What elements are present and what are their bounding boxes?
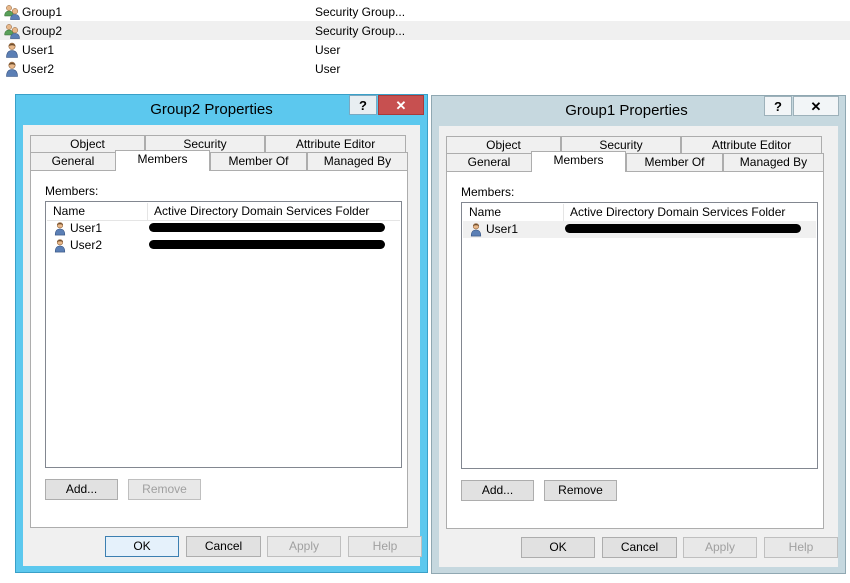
members-tab-page: Members: Name Active Directory Domain Se… [30,170,408,528]
close-icon: ✕ [395,98,407,113]
apply-button[interactable]: Apply [683,537,757,558]
list-item-group1[interactable]: Group1 Security Group... [0,2,850,21]
object-type: Security Group... [315,24,406,38]
list-item-user2[interactable]: User2 User [0,59,850,78]
column-header-name[interactable]: Name [47,203,148,220]
member-row[interactable]: User2 [47,237,400,254]
group-icon [4,4,20,20]
tab-member-of[interactable]: Member Of [626,153,723,171]
tab-attribute-editor[interactable]: Attribute Editor [265,135,406,153]
list-header: Name Active Directory Domain Services Fo… [47,203,400,221]
object-type: Security Group... [315,5,406,19]
object-name: Group2 [22,24,63,38]
dialog-client-area: Object Security Attribute Editor General… [23,125,422,566]
members-list[interactable]: Name Active Directory Domain Services Fo… [461,202,818,469]
redacted-folder-path [565,224,801,233]
object-name: Group1 [22,5,63,19]
add-button[interactable]: Add... [461,480,534,501]
user-icon [469,222,483,237]
object-type: User [315,43,341,57]
add-button[interactable]: Add... [45,479,118,500]
object-type: User [315,62,341,76]
close-button[interactable]: ✕ [793,96,839,116]
help-title-button[interactable]: ? [764,96,792,116]
ok-button[interactable]: OK [521,537,595,558]
user-icon [4,42,20,58]
members-list[interactable]: Name Active Directory Domain Services Fo… [45,201,402,468]
help-button[interactable]: Help [348,536,422,557]
remove-button[interactable]: Remove [544,480,617,501]
close-button[interactable]: ✕ [378,95,424,115]
tab-attribute-editor[interactable]: Attribute Editor [681,136,822,154]
help-button[interactable]: Help [764,537,838,558]
user-icon [4,61,20,77]
tab-members[interactable]: Members [531,151,626,172]
member-name: User2 [70,238,103,252]
group1-properties-dialog: Group1 Properties ? ✕ Object Security At… [431,95,846,574]
tab-members[interactable]: Members [115,150,210,171]
apply-button[interactable]: Apply [267,536,341,557]
column-header-folder[interactable]: Active Directory Domain Services Folder [564,204,816,221]
object-name: User1 [22,43,55,57]
close-icon: ✕ [810,99,822,114]
column-header-folder[interactable]: Active Directory Domain Services Folder [148,203,400,220]
cancel-button[interactable]: Cancel [186,536,261,557]
redacted-folder-path [149,223,385,232]
member-name: User1 [70,221,103,235]
list-header: Name Active Directory Domain Services Fo… [463,204,816,222]
tab-managed-by[interactable]: Managed By [307,152,408,170]
list-item-group2[interactable]: Group2 Security Group... [0,21,850,40]
group2-properties-dialog: Group2 Properties ? ✕ Object Security At… [15,94,428,573]
dialog-client-area: Object Security Attribute Editor General… [439,126,838,567]
members-label: Members: [461,185,515,199]
members-tab-page: Members: Name Active Directory Domain Se… [446,171,824,529]
cancel-button[interactable]: Cancel [602,537,677,558]
member-name: User1 [486,222,519,236]
user-icon [53,238,67,253]
tab-general[interactable]: General [30,152,116,170]
member-row[interactable]: User1 [47,220,400,237]
member-row[interactable]: User1 [463,221,816,238]
column-header-name[interactable]: Name [463,204,564,221]
tab-managed-by[interactable]: Managed By [723,153,824,171]
help-title-button[interactable]: ? [349,95,377,115]
remove-button[interactable]: Remove [128,479,201,500]
list-item-user1[interactable]: User1 User [0,40,850,59]
members-label: Members: [45,184,99,198]
object-list: Group1 Security Group... Group2 Security… [0,0,850,80]
group-icon [4,23,20,39]
redacted-folder-path [149,240,385,249]
ok-button[interactable]: OK [105,536,179,557]
object-name: User2 [22,62,55,76]
tab-member-of[interactable]: Member Of [210,152,307,170]
user-icon [53,221,67,236]
tab-general[interactable]: General [446,153,532,171]
